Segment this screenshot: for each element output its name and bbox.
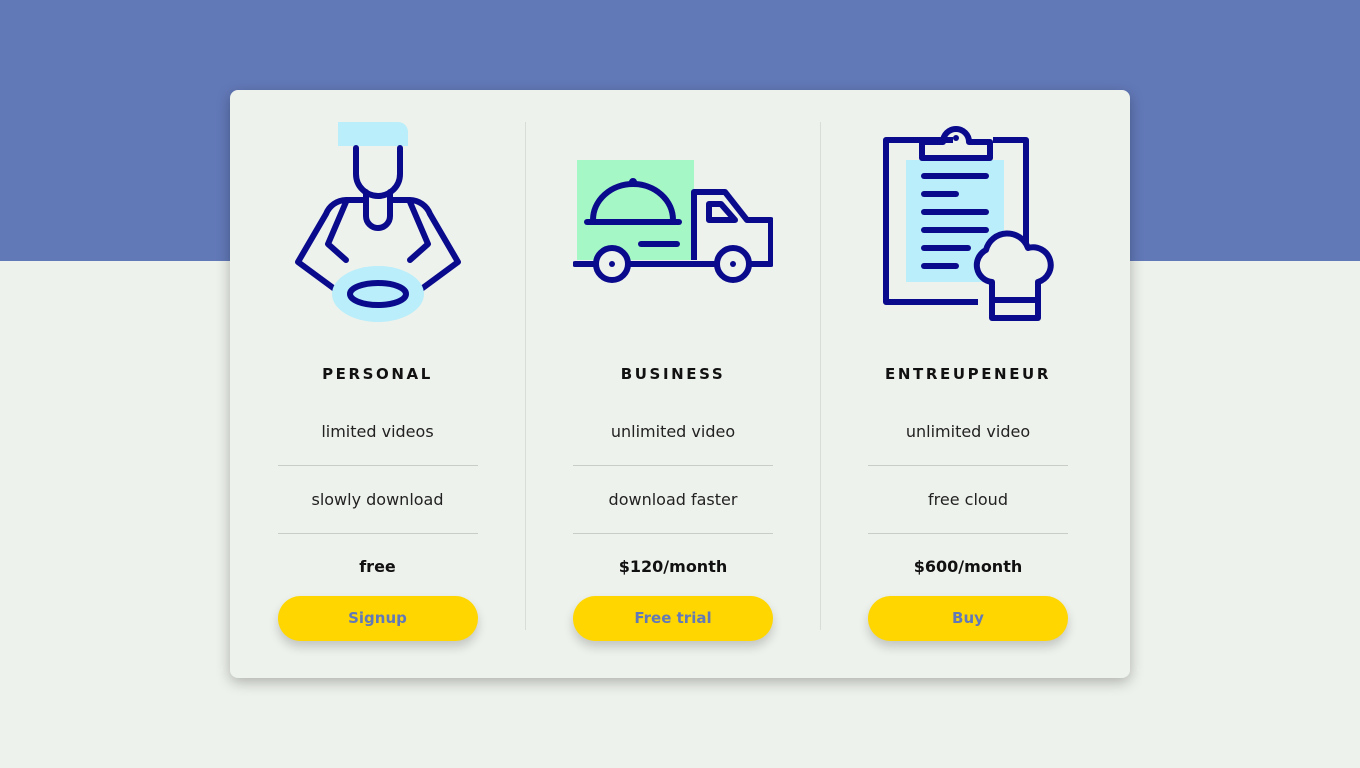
plan-name: ENTREUPENEUR bbox=[885, 365, 1051, 383]
plan-feature: slowly download bbox=[277, 466, 478, 534]
pricing-card: PERSONAL limited videos slowly download … bbox=[230, 90, 1130, 678]
plan-feature: unlimited video bbox=[573, 398, 773, 466]
signup-button[interactable]: Signup bbox=[277, 596, 478, 641]
buy-button[interactable]: Buy bbox=[868, 596, 1068, 641]
delivery-truck-icon bbox=[573, 160, 773, 283]
plan-price: free bbox=[359, 557, 396, 576]
plan-feature: download faster bbox=[573, 466, 773, 534]
plan-column-personal: PERSONAL limited videos slowly download … bbox=[230, 122, 525, 641]
plan-price: $600/month bbox=[913, 557, 1023, 576]
plan-price: $120/month bbox=[618, 557, 728, 576]
plan-feature: unlimited video bbox=[868, 398, 1068, 466]
clipboard-chef-hat-icon bbox=[883, 126, 1054, 321]
plan-column-entreupeneur: ENTREUPENEUR unlimited video free cloud … bbox=[820, 122, 1115, 641]
plan-name: PERSONAL bbox=[322, 365, 433, 383]
plan-feature: limited videos bbox=[277, 398, 478, 466]
chef-with-plate-icon bbox=[294, 122, 461, 322]
free-trial-button[interactable]: Free trial bbox=[573, 596, 773, 641]
plan-feature: free cloud bbox=[868, 466, 1068, 534]
plan-name: BUSINESS bbox=[620, 365, 726, 383]
plan-column-business: BUSINESS unlimited video download faster… bbox=[525, 122, 820, 641]
